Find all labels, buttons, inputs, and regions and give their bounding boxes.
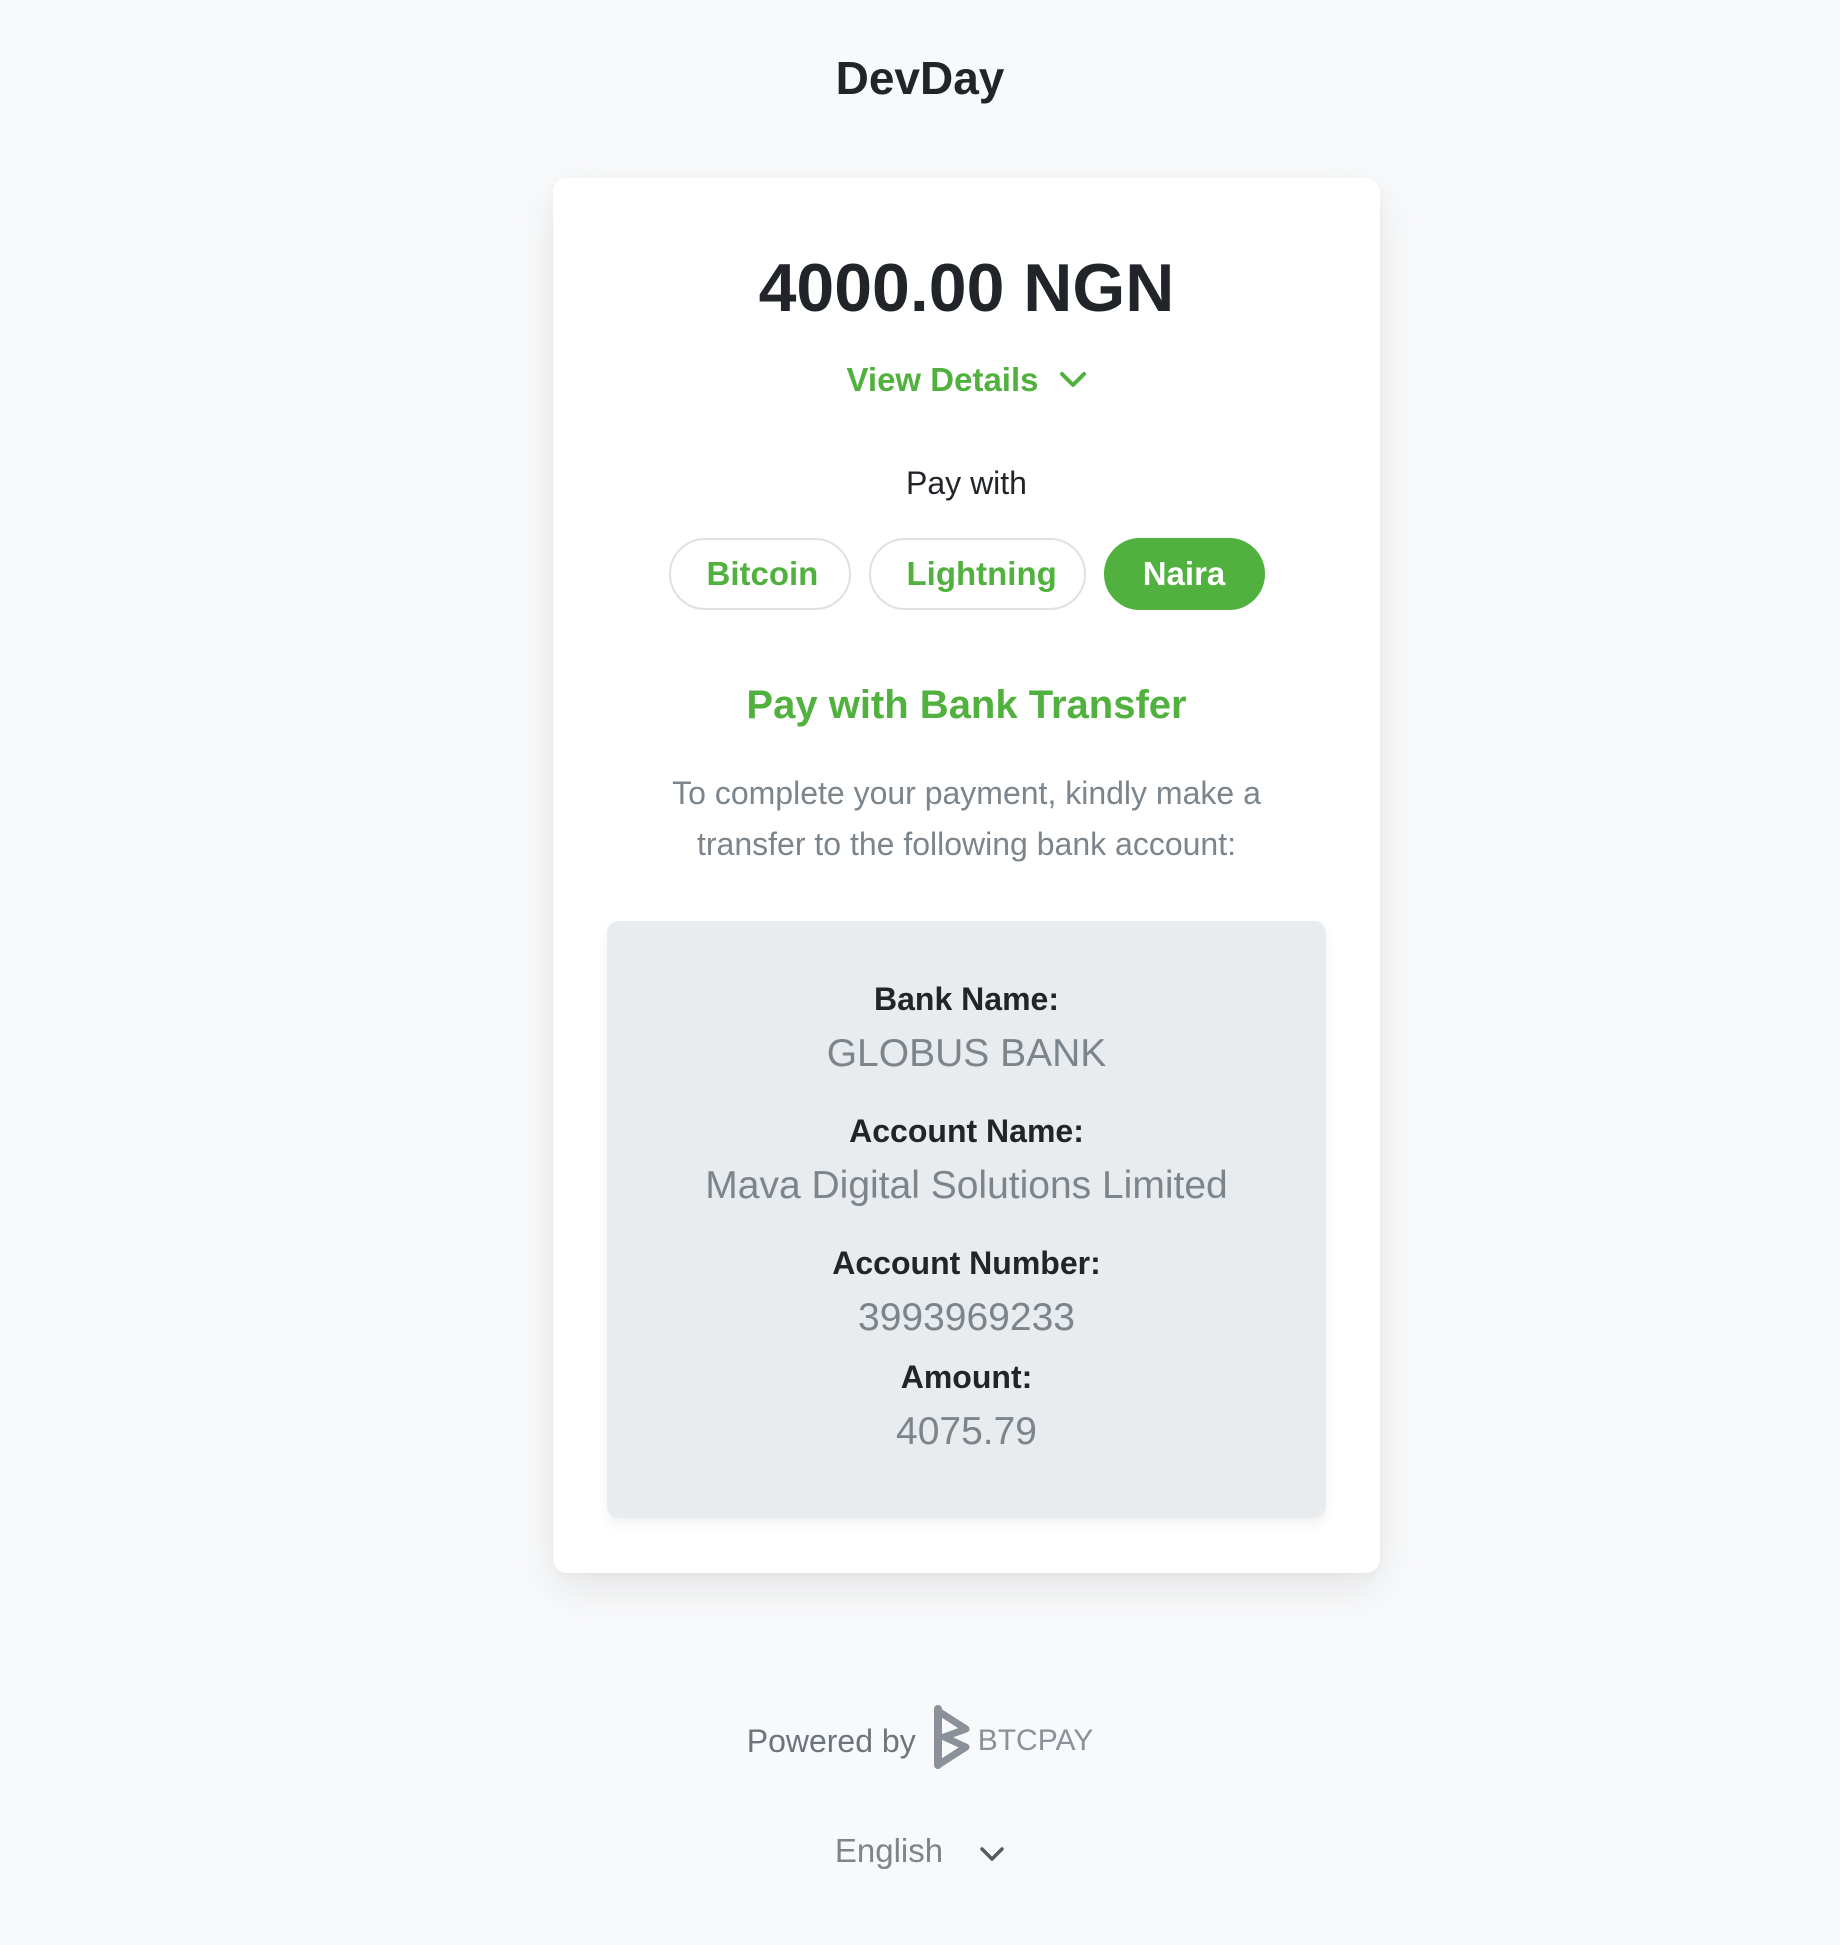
account-name-value: Mava Digital Solutions Limited [705,1164,1228,1207]
account-number-label: Account Number: [832,1245,1101,1281]
bank-transfer-heading: Pay with Bank Transfer [746,683,1187,727]
view-details-label: View Details [846,361,1039,398]
chevron-down-icon [1059,371,1087,389]
btcpay-wordmark: BTCPAY [977,1724,1094,1757]
language-value: English [834,1832,944,1869]
invoice-amount: 4000.00 NGN [758,250,1175,326]
method-lightning-button[interactable]: Lightning [868,538,1086,610]
account-number-value: 3993969233 [858,1296,1075,1339]
method-bitcoin-button[interactable]: Bitcoin [668,538,851,610]
language-selector[interactable]: English [0,1832,1840,1870]
powered-by-label: Powered by [746,1722,916,1759]
powered-by: Powered by BTCPAY [0,1705,1840,1777]
amount-label: Amount: [900,1359,1033,1395]
bank-name-label: Bank Name: [874,981,1059,1017]
store-title: DevDay [835,52,1005,104]
chevron-down-icon [979,1832,1005,1870]
account-name-label: Account Name: [849,1113,1084,1149]
view-details-toggle[interactable]: View Details [553,358,1380,402]
bank-transfer-instructions: To complete your payment, kindly make a … [672,775,1261,862]
bank-name-value: GLOBUS BANK [826,1032,1107,1075]
btcpay-icon [932,1705,972,1777]
amount-value: 4075.79 [896,1410,1037,1453]
checkout-page: DevDay 4000.00 NGN View Details Pay with… [0,0,1840,1945]
btcpay-logo-link[interactable]: BTCPAY [932,1705,1094,1777]
bank-details-panel: Bank Name: GLOBUS BANK Account Name: Mav… [607,921,1326,1518]
checkout-card: 4000.00 NGN View Details Pay with Bitcoi… [553,178,1380,1573]
pay-with-label: Pay with [906,465,1027,501]
payment-method-selector: Bitcoin Lightning Naira [553,538,1380,610]
method-naira-button[interactable]: Naira [1103,538,1265,610]
